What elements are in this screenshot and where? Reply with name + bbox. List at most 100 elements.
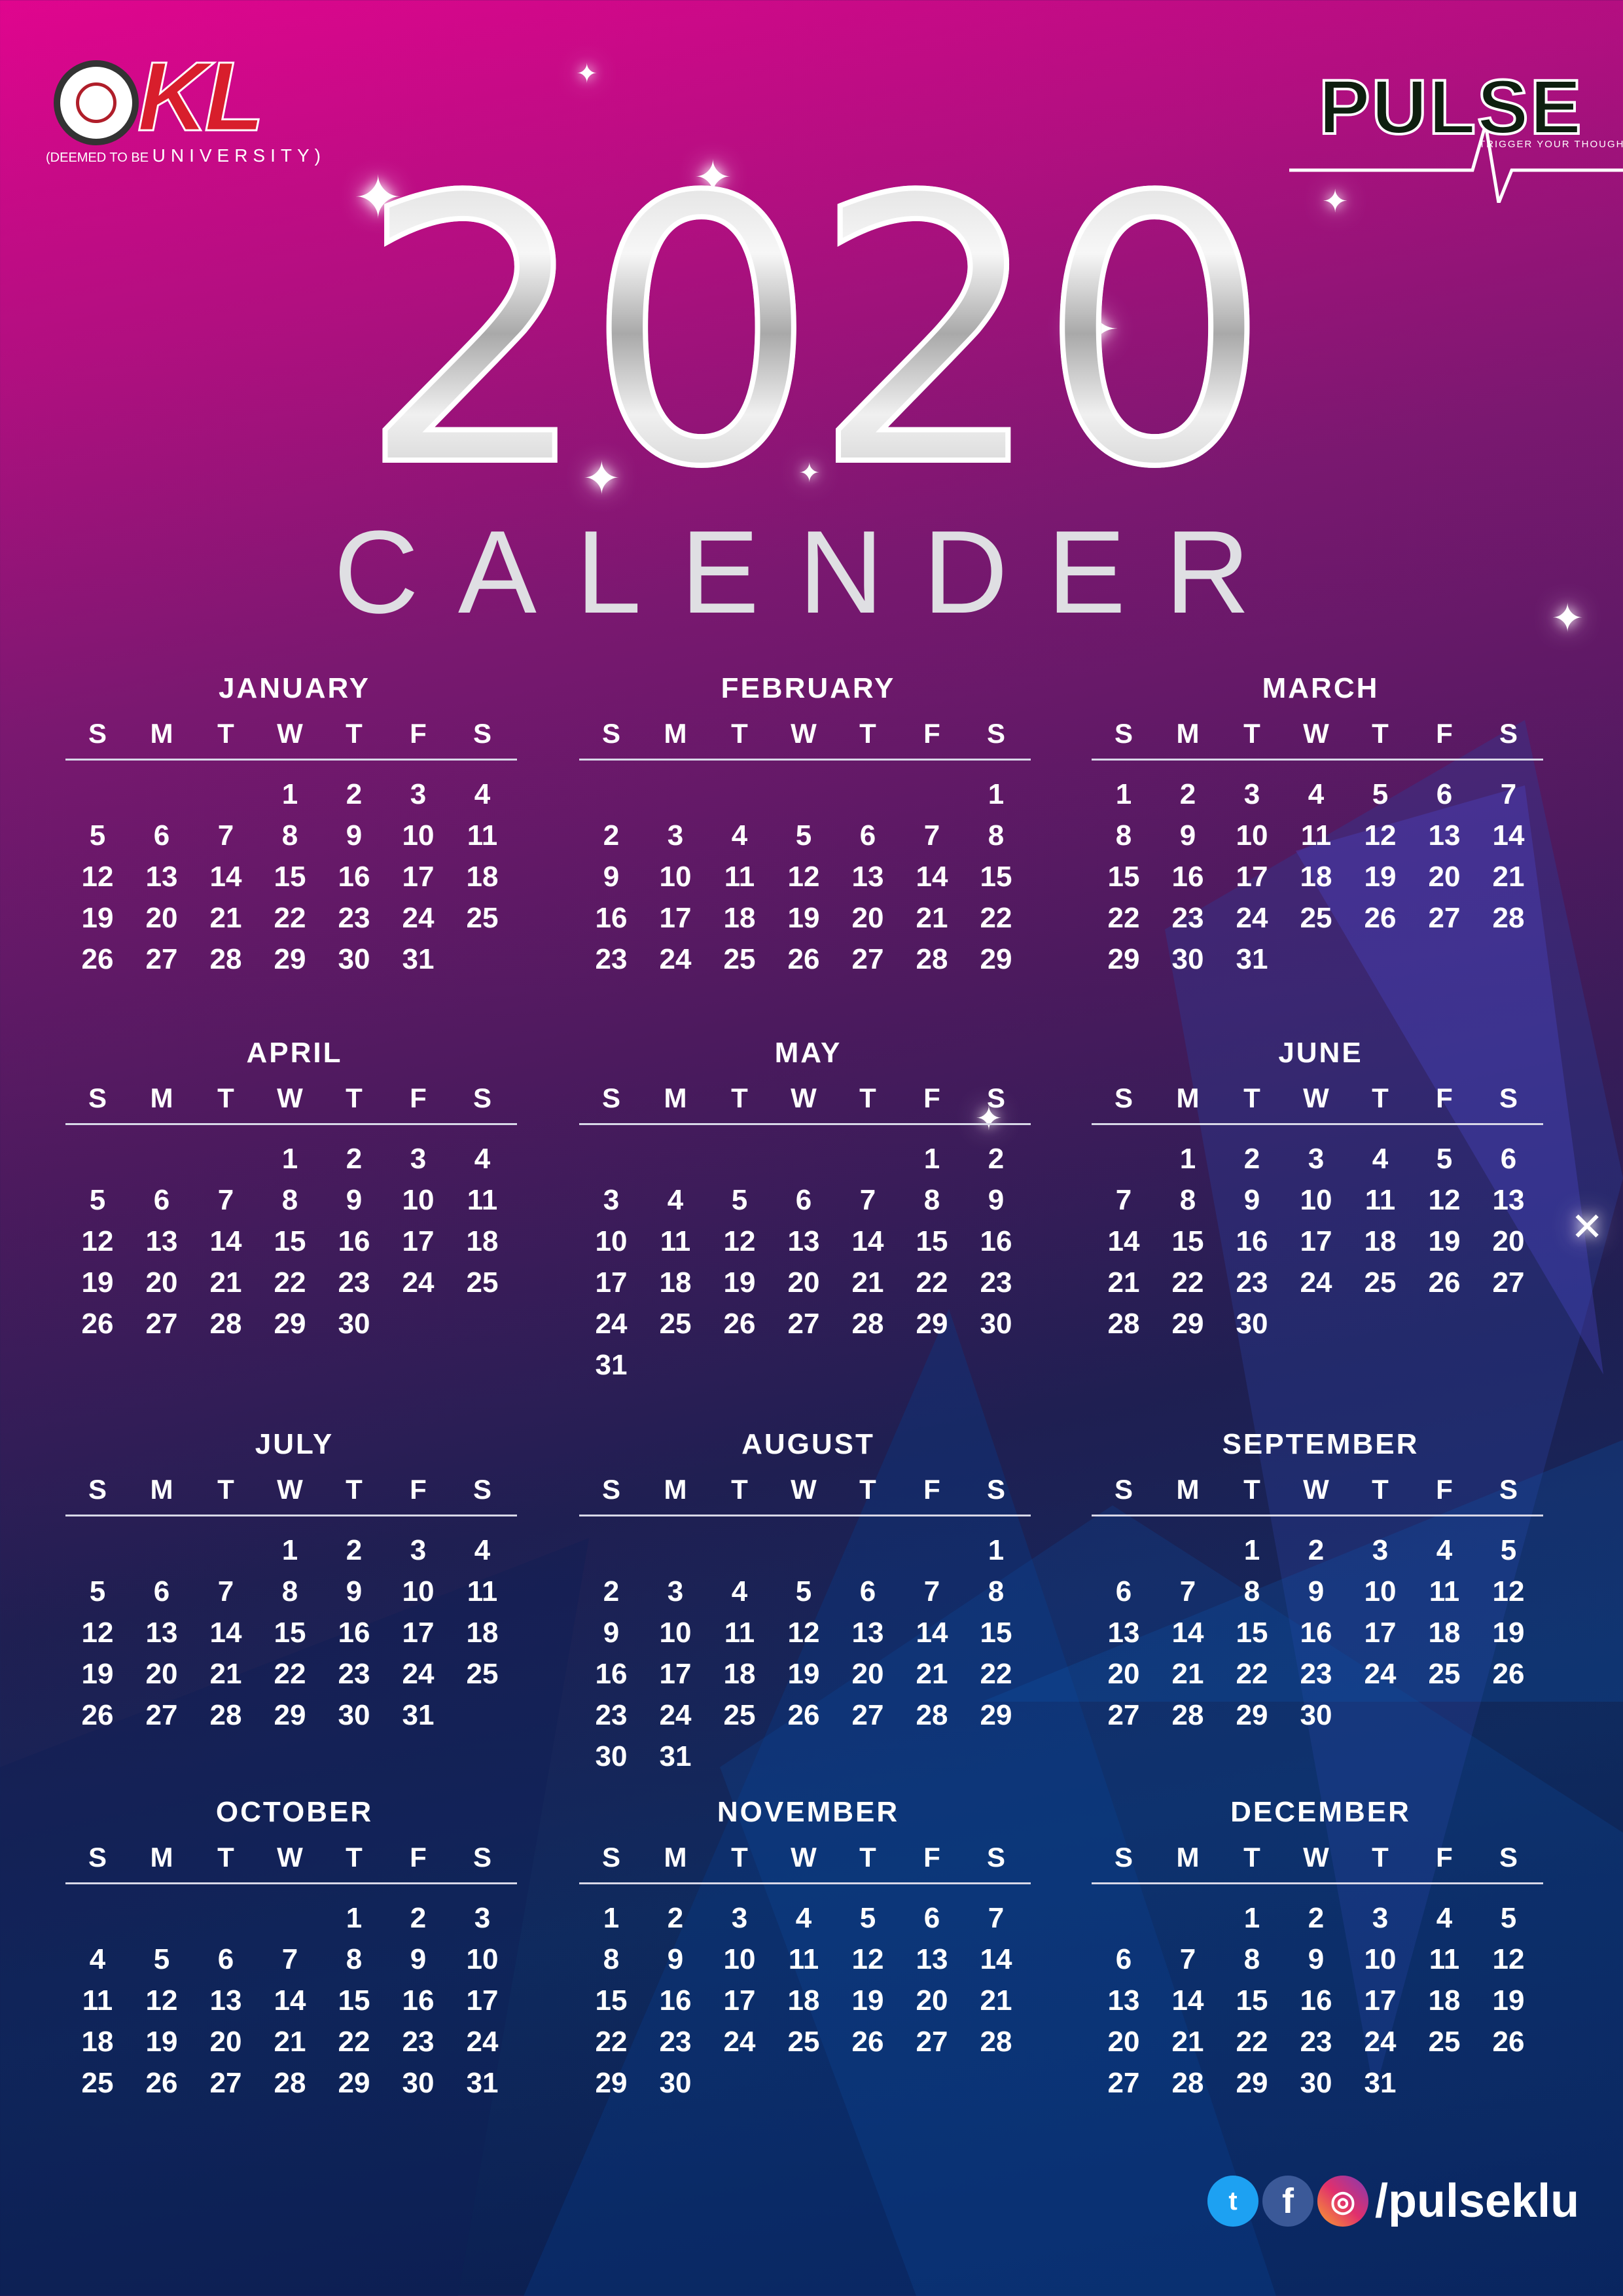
date-cell: 18: [466, 1225, 499, 1257]
date-cell: 23: [1236, 1266, 1268, 1299]
date-cell: 26: [723, 1308, 756, 1340]
empty-cell: [836, 1138, 900, 1179]
month-block: DECEMBER S M T W T F S 1 2 3 4 5 6 7 8 9 10 11 12 13 14 15 16 17…: [1092, 1795, 1550, 2104]
university-seal-icon: [54, 60, 139, 145]
date-cell: 26: [81, 943, 114, 975]
weekday-header: SMTWTFS: [65, 1083, 524, 1114]
date-cell: 16: [338, 1617, 370, 1649]
date-cell: 5: [1500, 1534, 1517, 1566]
date-cell: 28: [1107, 1308, 1140, 1340]
date-cell: 30: [1300, 1699, 1332, 1731]
date-cell: 25: [787, 2026, 820, 2058]
date-grid: 1 2 3 4 5 6 7 8 9 10 11 12 13 14 15 16 17 18 19 20 21 22 23 24 2…: [65, 1138, 524, 1344]
date-cell: 6: [1500, 1143, 1517, 1175]
date-cell: 9: [346, 819, 363, 852]
weekday-header: SMTWTFS: [579, 1842, 1037, 1873]
date-cell: 21: [274, 2026, 306, 2058]
date-cell: 22: [274, 902, 306, 934]
social-handle[interactable]: /pulseklu: [1375, 2174, 1579, 2228]
weekday-label: F: [410, 1474, 427, 1505]
weekday-label: F: [923, 1842, 940, 1873]
date-cell: 22: [1107, 902, 1140, 934]
weekday-label: M: [1176, 1842, 1200, 1873]
date-cell: 26: [787, 943, 820, 975]
date-cell: 7: [859, 1184, 876, 1216]
date-cell: 29: [274, 1308, 306, 1340]
facebook-icon[interactable]: f: [1262, 2176, 1313, 2227]
date-cell: 6: [1115, 1575, 1132, 1607]
instagram-icon[interactable]: ◎: [1317, 2176, 1368, 2227]
weekday-label: S: [601, 1474, 620, 1505]
date-cell: 25: [723, 943, 756, 975]
date-cell: 2: [1308, 1534, 1325, 1566]
date-cell: 3: [1308, 1143, 1325, 1175]
date-cell: 11: [82, 1984, 113, 2017]
month-block: MAY S M T W T F S 1 2 3 4 5 6 7 8 9 10 11 12 13 14 15 16 17 18 19 2…: [579, 1035, 1037, 1386]
date-cell: 10: [595, 1225, 628, 1257]
kl-logo-text: KL: [137, 41, 266, 151]
date-cell: 16: [338, 1225, 370, 1257]
date-cell: 12: [1492, 1575, 1525, 1607]
date-cell: 16: [1300, 1984, 1332, 2017]
weekday-label: T: [1243, 718, 1260, 749]
weekday-label: F: [923, 718, 940, 749]
date-cell: 4: [667, 1184, 684, 1216]
empty-cell: [579, 1530, 643, 1571]
year-title: 2020: [249, 148, 1374, 520]
twitter-icon[interactable]: t: [1207, 2176, 1258, 2227]
date-cell: 23: [338, 902, 370, 934]
date-cell: 16: [402, 1984, 435, 2017]
weekday-label: S: [986, 1842, 1005, 1873]
date-cell: 4: [474, 1143, 491, 1175]
date-cell: 8: [1243, 1943, 1260, 1975]
date-cell: 6: [859, 819, 876, 852]
month-block: JULY S M T W T F S 1 2 3 4 5 6 7 8 9 10 11 12 13 14 15 16 17 18 19…: [65, 1427, 524, 1736]
weekday-label: T: [1372, 1083, 1389, 1113]
date-cell: 9: [1308, 1575, 1325, 1607]
date-cell: 1: [988, 1534, 1005, 1566]
date-cell: 7: [217, 1575, 234, 1607]
date-cell: 14: [980, 1943, 1012, 1975]
weekday-label: M: [150, 718, 173, 749]
weekday-label: T: [1372, 718, 1389, 749]
header-divider: [65, 1515, 517, 1516]
header-divider: [579, 1515, 1031, 1516]
date-cell: 27: [787, 1308, 820, 1340]
date-cell: 25: [1428, 2026, 1461, 2058]
weekday-label: F: [410, 1083, 427, 1113]
empty-cell: [707, 774, 772, 815]
date-cell: 25: [1300, 902, 1332, 934]
weekday-label: M: [150, 1083, 173, 1113]
month-block: JUNE S M T W T F S 1 2 3 4 5 6 7 8 9 10 11 12 13 14 15 16 17 18 19…: [1092, 1035, 1550, 1344]
date-cell: 6: [153, 819, 170, 852]
date-cell: 5: [89, 1184, 106, 1216]
weekday-header: SMTWTFS: [1092, 1842, 1550, 1873]
weekday-label: M: [664, 1083, 687, 1113]
date-grid: 1 2 3 4 5 6 7 8 9 10 11 12 13 14 15 16 17 18 19 20 21 22 23 24 2…: [579, 1897, 1037, 2104]
date-cell: 21: [209, 1266, 242, 1299]
date-cell: 11: [1429, 1943, 1460, 1975]
header-divider: [65, 759, 517, 761]
weekday-label: T: [217, 1842, 234, 1873]
date-cell: 11: [788, 1943, 819, 1975]
date-cell: 27: [145, 1308, 178, 1340]
date-cell: 13: [209, 1984, 242, 2017]
date-cell: 2: [346, 778, 363, 810]
pulse-logo-text: PULSE: [1317, 64, 1583, 151]
date-cell: 25: [466, 1266, 499, 1299]
weekday-label: S: [1114, 718, 1133, 749]
date-cell: 20: [209, 2026, 242, 2058]
date-cell: 4: [1436, 1902, 1453, 1934]
date-cell: 12: [787, 861, 820, 893]
date-cell: 24: [595, 1308, 628, 1340]
month-block: NOVEMBER S M T W T F S 1 2 3 4 5 6 7 8 9 10 11 12 13 14 15 16 17…: [579, 1795, 1037, 2104]
date-cell: 13: [787, 1225, 820, 1257]
empty-cell: [772, 1138, 836, 1179]
date-cell: 31: [1236, 943, 1268, 975]
date-cell: 20: [1428, 861, 1461, 893]
date-cell: 2: [410, 1902, 427, 1934]
date-cell: 9: [603, 861, 620, 893]
date-cell: 27: [851, 943, 884, 975]
month-name: MARCH: [1262, 672, 1380, 704]
date-cell: 9: [603, 1617, 620, 1649]
